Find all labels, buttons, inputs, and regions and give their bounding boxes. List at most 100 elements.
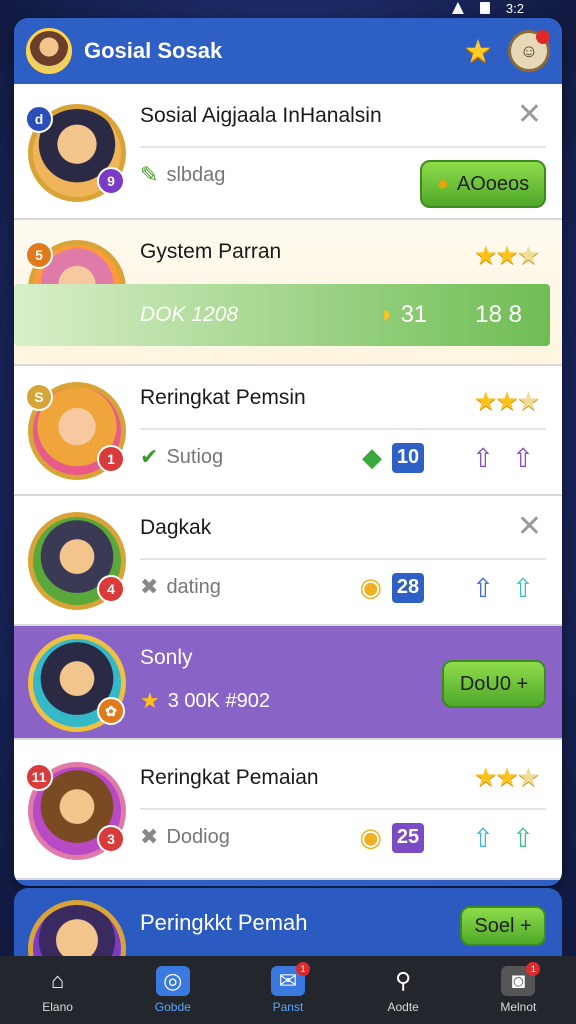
upgrade-icon[interactable]: ⇧ <box>468 573 498 603</box>
coin-count: ◗ 31 <box>379 301 428 328</box>
avatar: S 1 <box>25 382 126 480</box>
level-badge: 3 <box>97 825 125 853</box>
list-item[interactable]: 5 10 Gystem Parran ★★★ DOK 1208 ◗ 31 18 … <box>14 220 562 366</box>
status-text: Dodiog <box>166 825 230 848</box>
upgrade-icon[interactable]: ⇧ <box>508 823 538 853</box>
list-item[interactable]: 4 Dagkak ✕ ✖ dating ◉ 28 ⇧ ⇧ <box>14 496 562 626</box>
rank-badge: 11 <box>25 763 53 791</box>
status-text: dating <box>166 575 221 598</box>
tag-icon: ✎ <box>140 162 159 187</box>
stats-group: ◉ 25 ⇧ ⇧ <box>359 822 538 853</box>
score-bar: DOK 1208 ◗ 31 18 8 <box>14 284 550 346</box>
list-item[interactable]: d 9 Sosial Aigjaala InHanalsin ✕ ✎ slbda… <box>14 84 562 220</box>
button-label: AOoeos <box>456 172 530 195</box>
level-badge: 4 <box>97 575 125 603</box>
player-name: Sonly <box>140 646 193 669</box>
search-icon: ◎ <box>155 966 190 996</box>
close-icon[interactable]: ✕ <box>517 512 542 542</box>
tool-icon: ✖ <box>140 824 159 849</box>
status-text: Sutiog <box>166 445 224 468</box>
star-rating: ★★★ <box>474 762 540 792</box>
bottom-nav: ⌂ Elano ◎ Gobde ✉ 1 Panst ⚲ Aodte ◙ 1 Me… <box>0 956 576 1024</box>
player-name: Gystem Parran <box>140 240 282 263</box>
player-code: ★ 3 00K #902 <box>140 688 271 713</box>
list-item[interactable]: ✿ Sonly ★ 3 00K #902 DoU0 + <box>14 626 562 740</box>
status-text: slbdag <box>166 163 226 186</box>
avatar: ✿ <box>28 634 126 732</box>
player-name: Sosial Aigjaala InHanalsin <box>140 104 382 127</box>
tool-icon: ✖ <box>140 574 159 599</box>
rank-badge: 5 <box>25 241 53 269</box>
player-name: Reringkat Pemaian <box>140 766 319 789</box>
list-item[interactable]: S 1 Reringkat Pemsin ★★★ ✔ Sutiog ◆ 10 ⇧… <box>14 366 562 496</box>
stats-group: ◉ 28 ⇧ ⇧ <box>359 572 538 603</box>
status-bar: 3:2 <box>0 0 576 16</box>
magnifier-icon: ⚲ <box>395 968 412 993</box>
status-time: 3:2 <box>505 0 524 16</box>
nav-search[interactable]: ◎ Gobde <box>123 966 223 1014</box>
player-name: Dagkak <box>140 516 212 539</box>
coin-stack-icon: ◉ <box>359 572 382 602</box>
coin-stack-icon: ◉ <box>359 822 382 852</box>
star-rating: ★★★ <box>474 240 540 270</box>
level-badge: 1 <box>97 445 125 473</box>
star-rating: ★★★ <box>474 386 540 416</box>
divider <box>140 146 546 148</box>
stat-number: 25 <box>392 822 424 853</box>
star-icon: ★ <box>140 688 160 713</box>
profile-avatar[interactable] <box>26 28 72 74</box>
nav-label: Aodte <box>387 1000 419 1014</box>
avatar: 4 <box>28 512 126 610</box>
header: Gosial Sosak ★ ☺ <box>14 18 562 84</box>
coin-icon: ◗ <box>379 301 394 328</box>
main-panel: Gosial Sosak ★ ☺ d 9 Sosial Aigjaala InH… <box>14 18 562 886</box>
nav-explore[interactable]: ⚲ Aodte <box>353 966 453 1014</box>
divider <box>140 808 546 810</box>
player-status: ✖ dating <box>140 574 221 600</box>
signal-icon <box>451 2 464 14</box>
list-item[interactable]: 11 3 Reringkat Pemaian ★★★ ✖ Dodiog ◉ 25… <box>14 740 562 880</box>
nav-label: Melnot <box>500 1000 537 1014</box>
notification-badge: 1 <box>526 962 541 976</box>
player-name: Reringkat Pemsin <box>140 386 306 409</box>
nav-label: Gobde <box>154 1000 191 1014</box>
accept-button[interactable]: ● AOoeos <box>420 160 546 208</box>
nav-label: Elano <box>42 1000 73 1014</box>
player-list: d 9 Sosial Aigjaala InHanalsin ✕ ✎ slbda… <box>14 84 562 880</box>
rank-badge: d <box>25 105 53 133</box>
upgrade-icon[interactable]: ⇧ <box>468 443 498 473</box>
action-button[interactable]: DoU0 + <box>442 660 546 708</box>
player-status: ✔ Sutiog <box>140 444 223 470</box>
notification-badge: 1 <box>295 962 310 976</box>
stats-group: ◆ 10 ⇧ ⇧ <box>362 442 538 473</box>
notification-dot <box>536 30 550 44</box>
player-status: ✎ slbdag <box>140 162 225 188</box>
battery-icon <box>479 2 490 14</box>
rank-badge: S <box>25 383 53 411</box>
action-button[interactable]: Soel + <box>460 906 546 946</box>
nav-camera[interactable]: ◙ 1 Melnot <box>468 962 568 1014</box>
nav-messages[interactable]: ✉ 1 Panst <box>238 962 338 1014</box>
level-badge: 9 <box>97 167 125 195</box>
button-label: DoU0 + <box>459 672 529 695</box>
level-badge: ✿ <box>97 697 125 725</box>
home-icon: ⌂ <box>50 968 65 993</box>
chat-button[interactable]: ☺ <box>508 30 550 72</box>
avatar: d 9 <box>25 104 126 202</box>
star-icon[interactable]: ★ <box>460 33 496 69</box>
avatar: 11 3 <box>25 762 126 860</box>
coin-icon: ● <box>436 172 449 195</box>
nav-home[interactable]: ⌂ Elano <box>8 966 108 1014</box>
player-code: DOK 1208 <box>140 303 239 326</box>
check-icon: ✔ <box>140 444 159 469</box>
player-status: ✖ Dodiog <box>140 824 230 850</box>
button-label: Soel + <box>474 914 532 937</box>
close-icon[interactable]: ✕ <box>517 100 542 130</box>
page-title: Gosial Sosak <box>84 38 223 63</box>
divider <box>140 558 546 560</box>
points-value: 18 8 <box>475 301 522 328</box>
divider <box>140 428 546 430</box>
upgrade-icon[interactable]: ⇧ <box>508 573 538 603</box>
upgrade-icon[interactable]: ⇧ <box>468 823 498 853</box>
upgrade-icon[interactable]: ⇧ <box>508 443 538 473</box>
